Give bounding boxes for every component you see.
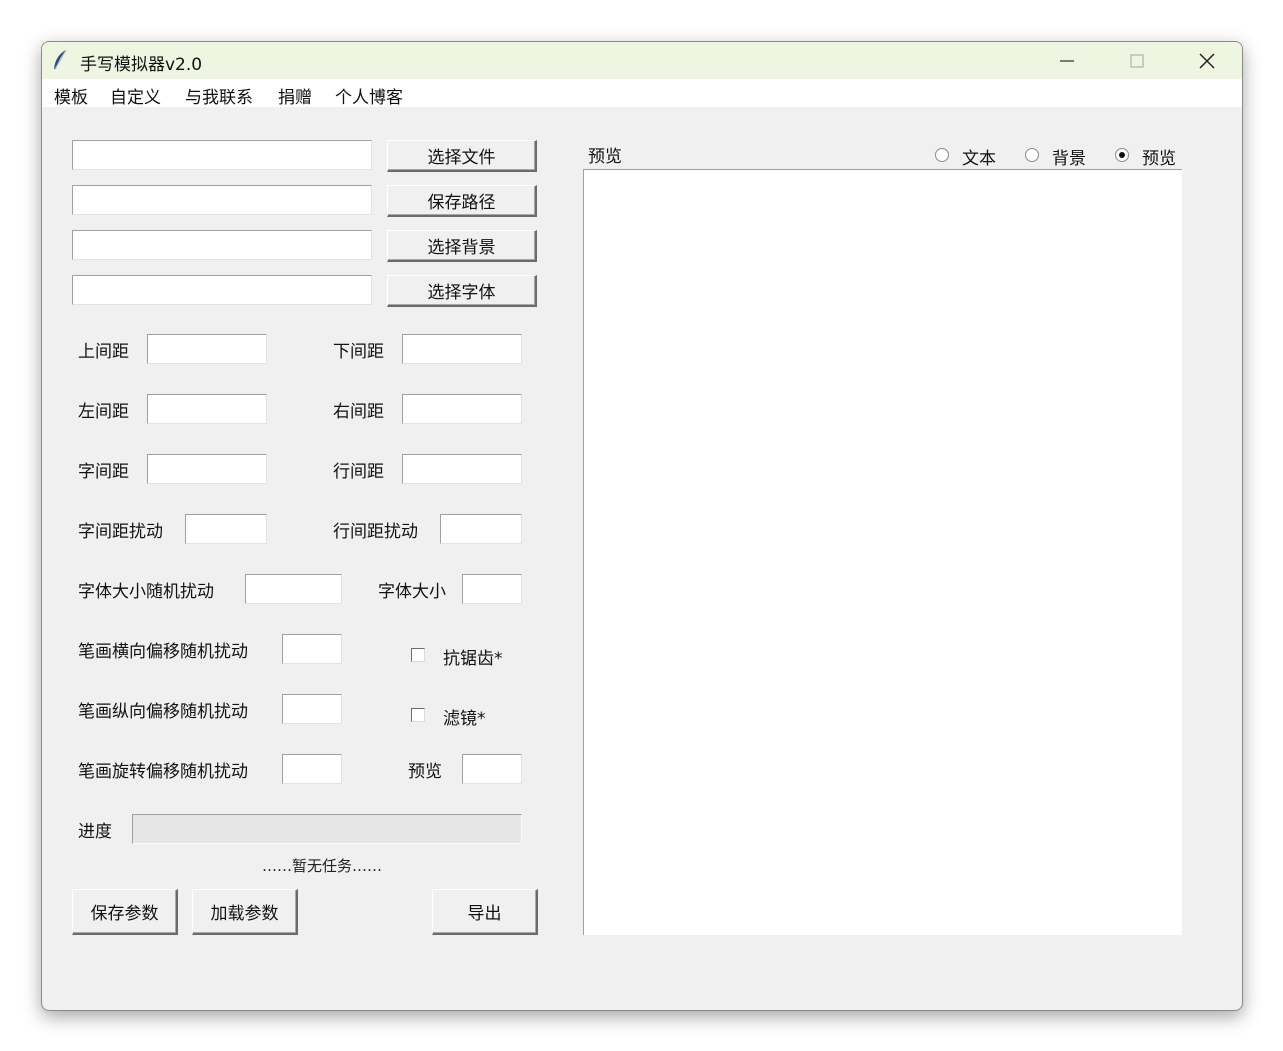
select-font-button[interactable]: 选择字体 — [387, 275, 537, 307]
line-spacing-jitter-input[interactable] — [440, 514, 522, 544]
maximize-icon — [1130, 54, 1144, 68]
export-button[interactable]: 导出 — [432, 889, 538, 935]
file-path-input[interactable] — [72, 140, 372, 170]
char-spacing-jitter-label: 字间距扰动 — [78, 522, 163, 542]
right-margin-input[interactable] — [402, 394, 522, 424]
font-size-input[interactable] — [462, 574, 522, 604]
left-margin-input[interactable] — [147, 394, 267, 424]
background-path-input[interactable] — [72, 230, 372, 260]
stroke-v-jitter-label: 笔画纵向偏移随机扰动 — [78, 702, 248, 722]
stroke-rot-jitter-input[interactable] — [282, 754, 342, 784]
preview-pages-label: 预览 — [408, 762, 442, 782]
line-spacing-label: 行间距 — [333, 462, 384, 482]
select-file-button[interactable]: 选择文件 — [387, 140, 537, 172]
menu-donate[interactable]: 捐赠 — [278, 83, 312, 108]
status-text: ……暂无任务…… — [262, 857, 383, 875]
stroke-h-jitter-input[interactable] — [282, 634, 342, 664]
line-spacing-input[interactable] — [402, 454, 522, 484]
title-bar[interactable]: 手写模拟器v2.0 — [42, 42, 1242, 79]
feather-icon — [51, 49, 69, 71]
load-params-button[interactable]: 加载参数 — [192, 889, 298, 935]
stroke-rot-jitter-label: 笔画旋转偏移随机扰动 — [78, 762, 248, 782]
preview-pages-input[interactable] — [462, 754, 522, 784]
bottom-margin-input[interactable] — [402, 334, 522, 364]
antialias-label: 抗锯齿* — [443, 649, 503, 669]
minimize-icon — [1060, 60, 1074, 62]
close-icon — [1199, 53, 1215, 69]
select-background-button[interactable]: 选择背景 — [387, 230, 537, 262]
preview-section-label: 预览 — [588, 147, 622, 167]
menu-custom[interactable]: 自定义 — [110, 83, 161, 108]
app-window: 手写模拟器v2.0 模板 自定义 与我联系 捐赠 个人博客 选择文件 保存路径 … — [41, 41, 1243, 1011]
close-button[interactable] — [1172, 42, 1242, 79]
radio-text[interactable] — [935, 148, 949, 162]
progress-label: 进度 — [78, 822, 112, 842]
menu-contact[interactable]: 与我联系 — [185, 83, 253, 108]
save-path-input[interactable] — [72, 185, 372, 215]
line-spacing-jitter-label: 行间距扰动 — [333, 522, 418, 542]
save-path-button[interactable]: 保存路径 — [387, 185, 537, 217]
menu-template[interactable]: 模板 — [54, 83, 88, 108]
preview-canvas — [583, 169, 1182, 935]
stroke-h-jitter-label: 笔画横向偏移随机扰动 — [78, 642, 248, 662]
radio-background-label: 背景 — [1052, 149, 1086, 169]
top-margin-input[interactable] — [147, 334, 267, 364]
filter-label: 滤镜* — [443, 709, 486, 729]
antialias-checkbox[interactable] — [411, 648, 425, 662]
radio-background[interactable] — [1025, 148, 1039, 162]
char-spacing-jitter-input[interactable] — [185, 514, 267, 544]
maximize-button[interactable] — [1102, 42, 1172, 79]
minimize-button[interactable] — [1032, 42, 1102, 79]
font-size-label: 字体大小 — [378, 582, 446, 602]
font-size-jitter-label: 字体大小随机扰动 — [78, 582, 214, 602]
font-size-jitter-input[interactable] — [245, 574, 342, 604]
font-path-input[interactable] — [72, 275, 372, 305]
top-margin-label: 上间距 — [78, 342, 129, 362]
radio-preview-label: 预览 — [1142, 149, 1176, 169]
filter-checkbox[interactable] — [411, 708, 425, 722]
radio-preview[interactable] — [1115, 148, 1129, 162]
menu-bar: 模板 自定义 与我联系 捐赠 个人博客 — [42, 79, 1242, 108]
window-title: 手写模拟器v2.0 — [80, 55, 203, 75]
stroke-v-jitter-input[interactable] — [282, 694, 342, 724]
radio-text-label: 文本 — [962, 149, 996, 169]
save-params-button[interactable]: 保存参数 — [72, 889, 178, 935]
menu-blog[interactable]: 个人博客 — [335, 83, 403, 108]
progress-bar — [132, 814, 522, 844]
char-spacing-label: 字间距 — [78, 462, 129, 482]
left-margin-label: 左间距 — [78, 402, 129, 422]
bottom-margin-label: 下间距 — [333, 342, 384, 362]
char-spacing-input[interactable] — [147, 454, 267, 484]
right-margin-label: 右间距 — [333, 402, 384, 422]
